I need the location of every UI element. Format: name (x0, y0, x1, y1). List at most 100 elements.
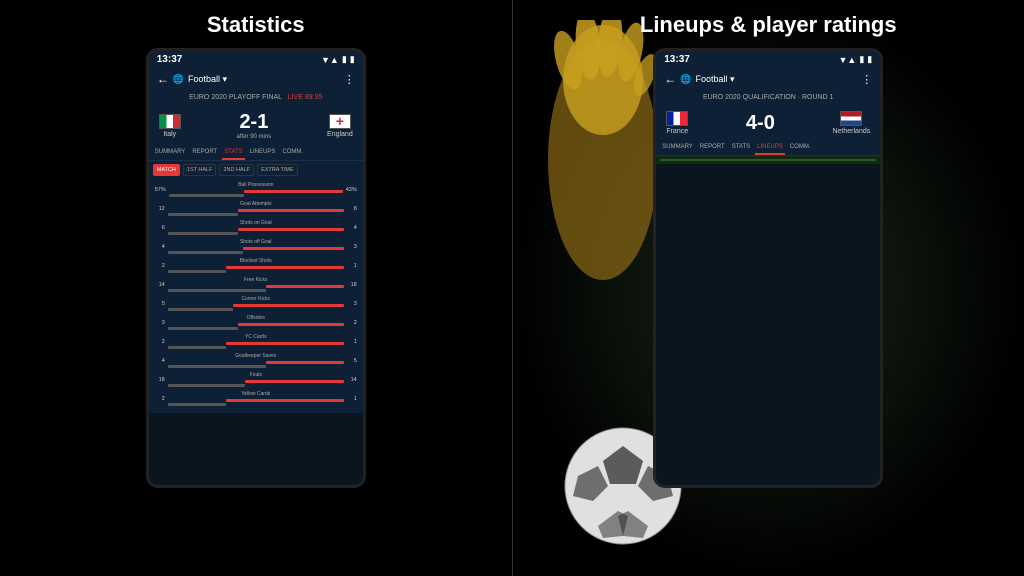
player-dot (783, 159, 797, 161)
left-tablet: 13:37 ▼▲ ▮ ▮ ← 🌐 Football ▾ ⋮ EURO 2020 … (146, 48, 366, 488)
filter-2h-left[interactable]: 2ND HALF (219, 164, 254, 176)
bar-home (243, 247, 343, 250)
score-main-left: 2-1 (237, 111, 272, 134)
bar-away (168, 327, 238, 330)
stat-home-val: 4 (155, 244, 165, 250)
bar-home (266, 361, 343, 364)
tab-summary-left[interactable]: SUMMARY (153, 146, 188, 160)
share-button-right[interactable]: ⋮ (861, 73, 872, 86)
bar-home (238, 228, 344, 231)
stat-bars: Goalkeeper Saves (168, 353, 344, 368)
stat-away-val: 8 (347, 206, 357, 212)
tab-commentary-left[interactable]: COMM. (280, 146, 305, 160)
stat-row: 2Blocked Shots1 (155, 258, 357, 273)
stat-label: Blocked Shots (168, 258, 344, 264)
tab-stats-left[interactable]: STATS (222, 146, 244, 160)
nav-left-right: ← 🌐 Football ▾ (664, 72, 734, 86)
stat-row: 18Fouls14 (155, 372, 357, 387)
score-main-right: 4-0 (746, 112, 775, 135)
team-home-left: Italy (159, 114, 181, 138)
stat-home-val: 5 (155, 301, 165, 307)
player-dot (697, 159, 711, 161)
filter-et-left[interactable]: EXTRA TIME (257, 164, 298, 176)
bar-away (168, 289, 267, 292)
tab-stats-right[interactable]: STATS (730, 141, 752, 155)
team-away-left: England (327, 114, 353, 138)
bar-away (168, 308, 233, 311)
stat-bars: Corner Kicks (168, 296, 344, 311)
stat-away-val: 14 (347, 377, 357, 383)
battery-icon-left: ▮ (350, 54, 355, 65)
pitch-center-line (661, 160, 875, 161)
right-tablet: 13:37 ▼▲ ▮ ▮ ← 🌐 Football ▾ ⋮ EURO 2020 … (653, 48, 883, 488)
pitch-center-circle (748, 159, 788, 161)
player-dot (686, 159, 700, 161)
team-home-right: France (666, 111, 688, 135)
player-dot (830, 159, 844, 161)
stats-content-left: 57%Ball Possession43% 1 2 Goal Attempts8 6Sh… (149, 179, 363, 413)
player-dot (825, 159, 839, 161)
score-row-left: Italy 2-1 after 90 mins England (149, 105, 363, 146)
tab-report-right[interactable]: REPORT (698, 141, 727, 155)
stat-home-val: 57% (155, 187, 166, 193)
player-dot (830, 159, 844, 161)
stat-home-val: 18 (155, 377, 165, 383)
filter-match-left[interactable]: MATCH (153, 164, 180, 176)
team-away-right: Netherlands (832, 111, 870, 135)
bar-away (168, 384, 245, 387)
score-center-right: 4-0 (746, 112, 775, 135)
lineups-content: LlorisDigneKimpembeVaranePavardMatuidiPo… (656, 156, 880, 164)
stat-home-val: 2 (155, 396, 165, 402)
back-button-left[interactable]: ← (157, 72, 169, 86)
player-dot (761, 159, 775, 161)
pitch: LlorisDigneKimpembeVaranePavardMatuidiPo… (660, 159, 876, 161)
stat-bars: Goal Attempts (168, 201, 344, 216)
filter-row-left: MATCH 1ST HALF 2ND HALF EXTRA TIME (149, 161, 363, 179)
tab-lineups-left[interactable]: LINEUPS (248, 146, 278, 160)
score-center-left: 2-1 after 90 mins (237, 111, 272, 140)
share-button-left[interactable]: ⋮ (344, 73, 355, 86)
stat-label: Corner Kicks (168, 296, 344, 302)
time-left: 13:37 (157, 54, 183, 65)
tab-commentary-right[interactable]: COMM. (788, 141, 813, 155)
stat-away-val: 3 (347, 244, 357, 250)
tab-summary-right[interactable]: SUMMARY (660, 141, 695, 155)
stat-bars: Shots on Goal (168, 220, 344, 235)
stat-bars: YC Cards (168, 334, 344, 349)
stat-label: Free Kicks (168, 277, 344, 283)
nav-bar-left: ← 🌐 Football ▾ ⋮ (149, 68, 363, 90)
player-dot (761, 159, 775, 161)
player-dot (686, 159, 700, 161)
stat-home-val: 4 (155, 358, 165, 364)
bar-away (168, 346, 226, 349)
tab-lineups-right[interactable]: LINEUPS (755, 141, 785, 155)
stat-label: Ball Possession (169, 182, 343, 188)
brand-left[interactable]: Football ▾ (188, 74, 227, 85)
right-panel-title: Lineups & player ratings (640, 12, 897, 38)
tabs-right: SUMMARY REPORT STATS LINEUPS COMM. (656, 141, 880, 156)
stat-bars: Free Kicks (168, 277, 344, 292)
stat-row: 6Shots on Goal4 (155, 220, 357, 235)
tab-report-left[interactable]: REPORT (190, 146, 219, 160)
brand-right[interactable]: Football ▾ (695, 74, 734, 85)
stat-label: Shots off Goal (168, 239, 344, 245)
wifi-icon-right: ▮ (859, 54, 864, 65)
globe-icon-left: 🌐 (173, 74, 184, 85)
stat-row: 3Offsides2 (155, 315, 357, 330)
player-dot (761, 159, 775, 161)
bar-home (238, 323, 344, 326)
stat-home-val: 3 (155, 320, 165, 326)
bar-away (168, 213, 238, 216)
stat-label: Goal Attempts (168, 201, 344, 207)
filter-1h-left[interactable]: 1ST HALF (183, 164, 217, 176)
stat-away-val: 1 (347, 396, 357, 402)
status-icons-left: ▼▲ ▮ ▮ (321, 54, 355, 65)
score-row-right: France 4-0 Netherlands (656, 105, 880, 141)
england-flag (329, 114, 351, 129)
stat-home-val: 2 (155, 263, 165, 269)
bar-away (168, 365, 267, 368)
stat-away-val: 4 (347, 225, 357, 231)
signal-icon-left: ▼▲ (321, 55, 339, 65)
stat-away-val: 43% (346, 187, 357, 193)
back-button-right[interactable]: ← (664, 72, 676, 86)
